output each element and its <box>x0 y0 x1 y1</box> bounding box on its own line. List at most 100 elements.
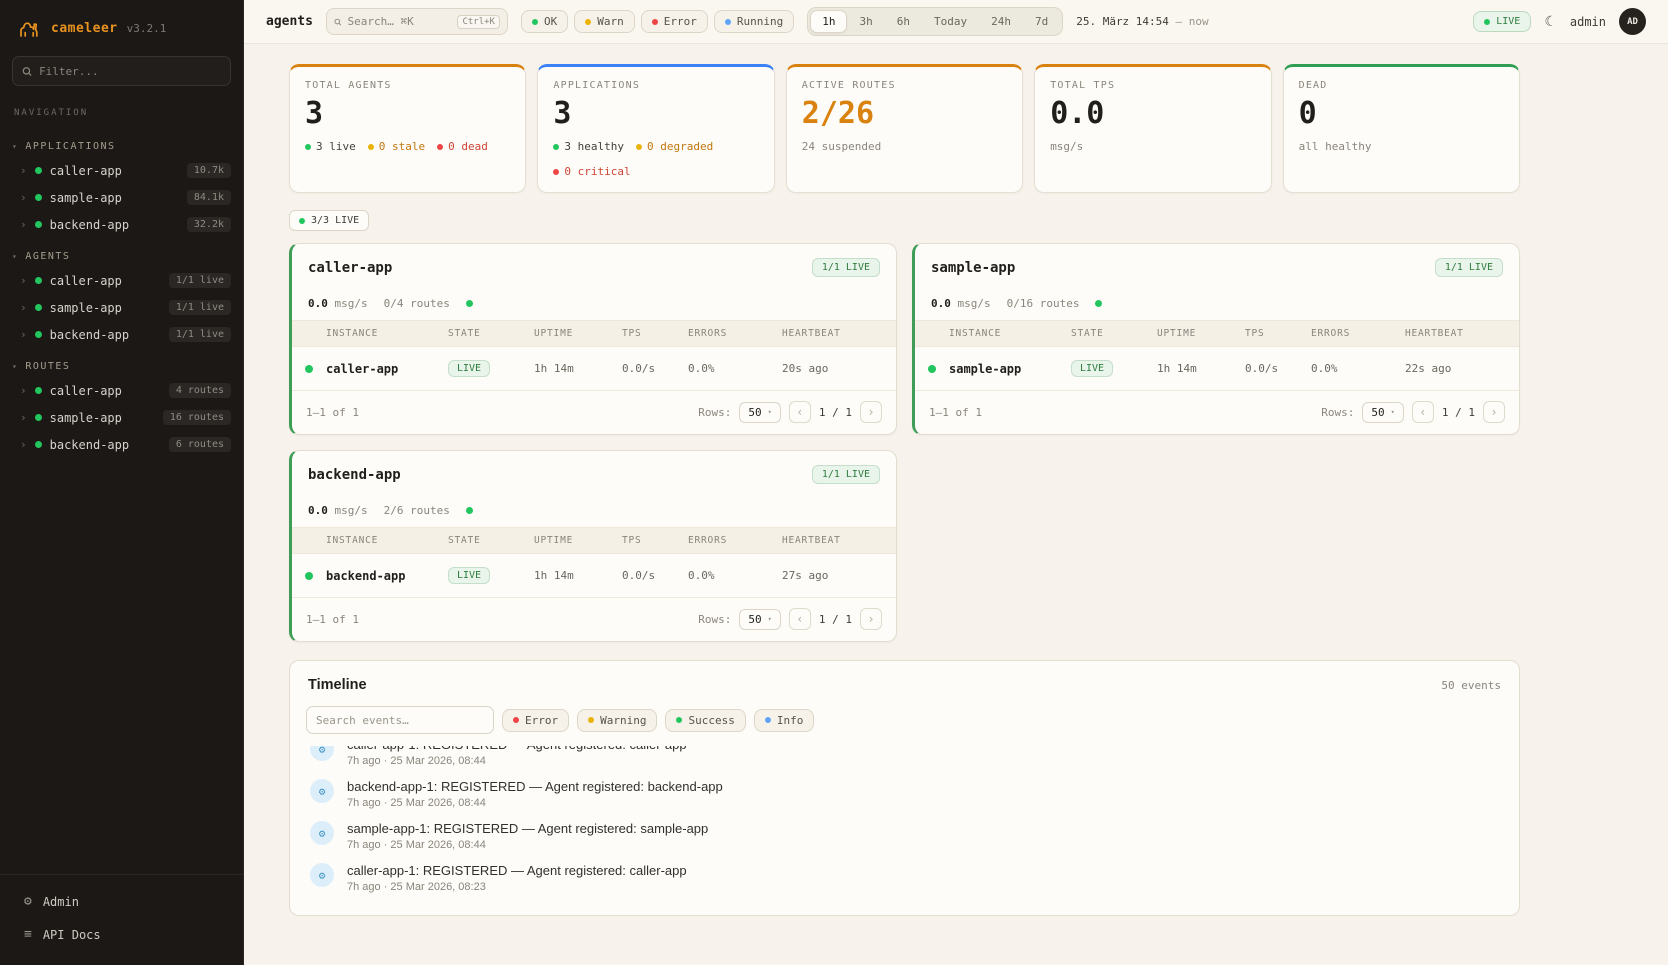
section-label: ROUTES <box>25 361 70 372</box>
filter-chip-error[interactable]: Error <box>641 10 708 33</box>
range-button-3h[interactable]: 3h <box>847 10 884 33</box>
app-card-caller-app: caller-app 1/1 LIVE 0.0 msg/s 0/4 routes… <box>289 243 897 435</box>
event-title: caller-app-1: REGISTERED — Agent registe… <box>347 746 687 752</box>
table-footer: 1–1 of 1 Rows: 50▾ ‹ 1 / 1 › <box>292 598 896 641</box>
range-button-6h[interactable]: 6h <box>885 10 922 33</box>
filter-chip-running[interactable]: Running <box>714 10 794 33</box>
stat-part: 0 degraded <box>647 140 713 153</box>
timeline-chip-success[interactable]: Success <box>665 709 745 732</box>
next-page-icon: › <box>867 612 874 626</box>
global-search: Ctrl+K <box>326 8 508 35</box>
section-header-routes[interactable]: ▾ ROUTES <box>0 354 243 377</box>
prev-page-button[interactable]: ‹ <box>789 608 811 630</box>
sidebar-item-routes-caller-app[interactable]: › caller-app 4 routes <box>0 377 243 404</box>
warn-dot <box>588 717 594 723</box>
events-search-input[interactable] <box>316 714 484 727</box>
next-page-button[interactable]: › <box>860 401 882 423</box>
event-title: caller-app-1: REGISTERED — Agent registe… <box>347 863 687 878</box>
col-instance: INSTANCE <box>949 328 1071 339</box>
rows-label: Rows: <box>698 613 731 626</box>
filter-chip-warn[interactable]: Warn <box>574 10 635 33</box>
health-dot <box>1095 300 1102 307</box>
section-header-agents[interactable]: ▾ AGENTS <box>0 244 243 267</box>
warn-dot <box>585 19 591 25</box>
table-row[interactable]: backend-app LIVE 1h 14m 0.0/s 0.0% 27s a… <box>292 554 896 598</box>
sidebar-item-agents-backend-app[interactable]: › backend-app 1/1 live <box>0 321 243 348</box>
sidebar-item-applications-caller-app[interactable]: › caller-app 10.7k <box>0 157 243 184</box>
event-item[interactable]: ⚙ sample-app-1: REGISTERED — Agent regis… <box>304 815 1505 857</box>
gear-icon: ⚙ <box>24 894 32 909</box>
prev-page-icon: ‹ <box>1419 405 1426 419</box>
col-instance: INSTANCE <box>326 535 448 546</box>
item-badge: 1/1 live <box>169 300 231 315</box>
chip-label: Error <box>525 714 558 727</box>
item-label: caller-app <box>50 164 122 178</box>
state-badge: LIVE <box>448 567 490 584</box>
sidebar-section-applications: ▾ APPLICATIONS › caller-app 10.7k › samp… <box>0 134 243 238</box>
event-title: backend-app-1: REGISTERED — Agent regist… <box>347 779 723 794</box>
range-button-7d[interactable]: 7d <box>1023 10 1060 33</box>
event-item[interactable]: ⚙ caller-app-1: REGISTERED — Agent regis… <box>304 746 1505 773</box>
range-button-today[interactable]: Today <box>922 10 979 33</box>
rows-per-page-select[interactable]: 50▾ <box>739 609 780 630</box>
range-button-1h[interactable]: 1h <box>810 10 847 33</box>
rows-per-page-select[interactable]: 50▾ <box>739 402 780 423</box>
sidebar-item-admin[interactable]: ⚙ Admin <box>0 885 243 918</box>
sidebar-item-agents-sample-app[interactable]: › sample-app 1/1 live <box>0 294 243 321</box>
stat-card-applications: APPLICATIONS 3 3 healthy 0 degraded 0 cr… <box>537 64 774 193</box>
prev-page-button[interactable]: ‹ <box>1412 401 1434 423</box>
table-row[interactable]: caller-app LIVE 1h 14m 0.0/s 0.0% 20s ag… <box>292 347 896 391</box>
routes-count: 0/4 routes <box>384 297 450 310</box>
search-icon <box>22 66 32 77</box>
sidebar-item-applications-backend-app[interactable]: › backend-app 32.2k <box>0 211 243 238</box>
item-badge: 4 routes <box>169 383 231 398</box>
next-page-button[interactable]: › <box>1483 401 1505 423</box>
timeline-chip-warning[interactable]: Warning <box>577 709 657 732</box>
filter-chip-ok[interactable]: OK <box>521 10 568 33</box>
prev-page-button[interactable]: ‹ <box>789 401 811 423</box>
avatar[interactable]: AD <box>1619 8 1646 35</box>
api-docs-label: API Docs <box>43 928 101 942</box>
stat-label: APPLICATIONS <box>553 80 758 91</box>
event-item[interactable]: ⚙ caller-app-1: REGISTERED — Agent regis… <box>304 857 1505 899</box>
username: admin <box>1570 15 1606 29</box>
event-item[interactable]: ⚙ backend-app-1: REGISTERED — Agent regi… <box>304 773 1505 815</box>
dark-mode-toggle[interactable]: ☾ <box>1544 13 1557 30</box>
range-button-24h[interactable]: 24h <box>979 10 1023 33</box>
events-list[interactable]: ⚙ caller-app-1: REGISTERED — Agent regis… <box>304 746 1505 904</box>
ok-dot <box>305 144 311 150</box>
tps-value: 0.0 <box>931 297 951 310</box>
sidebar-item-api-docs[interactable]: ≡ API Docs <box>0 918 243 951</box>
item-badge: 84.1k <box>187 190 231 205</box>
item-label: caller-app <box>50 274 122 288</box>
table-row[interactable]: sample-app LIVE 1h 14m 0.0/s 0.0% 22s ag… <box>915 347 1519 391</box>
sidebar-item-routes-backend-app[interactable]: › backend-app 6 routes <box>0 431 243 458</box>
sidebar-item-applications-sample-app[interactable]: › sample-app 84.1k <box>0 184 243 211</box>
cell-instance: sample-app <box>949 362 1071 376</box>
status-dot <box>35 414 42 421</box>
sidebar-filter <box>12 56 231 86</box>
status-dot <box>35 194 42 201</box>
timeline-chip-info[interactable]: Info <box>754 709 815 732</box>
cell-errors: 0.0% <box>688 569 782 582</box>
sidebar-filter-input[interactable] <box>39 65 221 78</box>
event-gear-icon: ⚙ <box>310 863 334 887</box>
sidebar-item-agents-caller-app[interactable]: › caller-app 1/1 live <box>0 267 243 294</box>
page-indicator: 1 / 1 <box>819 406 852 419</box>
caret-down-icon: ▾ <box>768 615 772 623</box>
sidebar: cameleer v3.2.1 NAVIGATION ▾ APPLICATION… <box>0 0 244 965</box>
stat-label: DEAD <box>1299 80 1504 91</box>
search-input[interactable] <box>347 15 451 28</box>
timeline-chip-error[interactable]: Error <box>502 709 569 732</box>
cell-instance: caller-app <box>326 362 448 376</box>
sidebar-section-agents: ▾ AGENTS › caller-app 1/1 live › sample-… <box>0 244 243 348</box>
tps-value: 0.0 <box>308 297 328 310</box>
chevron-right-icon: › <box>20 191 27 204</box>
rows-per-page-select[interactable]: 50▾ <box>1362 402 1403 423</box>
cell-errors: 0.0% <box>1311 362 1405 375</box>
sidebar-item-routes-sample-app[interactable]: › sample-app 16 routes <box>0 404 243 431</box>
section-header-applications[interactable]: ▾ APPLICATIONS <box>0 134 243 157</box>
next-page-button[interactable]: › <box>860 608 882 630</box>
app-logo[interactable]: cameleer v3.2.1 <box>0 0 243 52</box>
section-caret-icon: ▾ <box>12 252 18 261</box>
